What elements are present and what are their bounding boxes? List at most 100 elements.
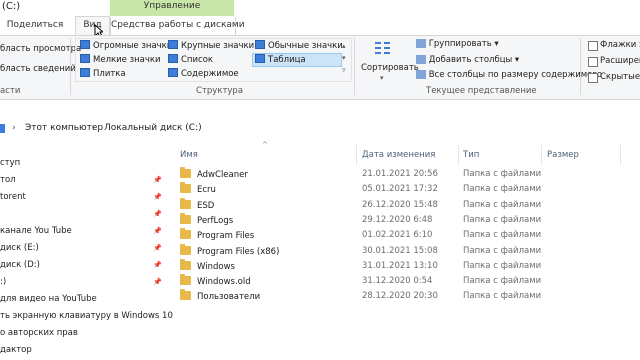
- group-by-button[interactable]: Группировать ▾: [416, 39, 499, 49]
- layout-small-icons[interactable]: Мелкие значки: [80, 54, 161, 66]
- file-name: Windows.old: [197, 277, 251, 288]
- folder-icon: [180, 197, 191, 209]
- file-name: Пользователи: [197, 292, 261, 303]
- date-modified-cell: 30.01.2021 15:08: [362, 245, 438, 256]
- chevron-right-icon: ›: [12, 123, 16, 133]
- column-header-size[interactable]: Размер: [547, 150, 579, 160]
- pin-icon[interactable]: 📌: [153, 244, 162, 252]
- nav-item[interactable]: о авторских прав: [0, 328, 78, 338]
- details-pane-button[interactable]: бласть сведений: [0, 64, 76, 74]
- fit-columns-label: Все столбцы по размеру содержимого: [428, 70, 603, 80]
- checkbox[interactable]: [588, 73, 598, 83]
- item-checkboxes-toggle[interactable]: Флажки эл: [588, 40, 640, 51]
- pin-icon[interactable]: 📌: [153, 210, 162, 218]
- pin-icon[interactable]: 📌: [153, 176, 162, 184]
- medium-icons-icon: [255, 40, 265, 49]
- file-name-cell[interactable]: Windows: [180, 258, 235, 272]
- file-name-cell[interactable]: ESD: [180, 197, 215, 211]
- checkbox-label: Флажки эл: [600, 40, 640, 50]
- folder-icon: [180, 228, 191, 240]
- layout-list[interactable]: Список: [168, 54, 213, 66]
- folder-icon: [180, 212, 191, 224]
- sort-label: Сортировать: [361, 63, 419, 73]
- checkbox-label: Расширени: [600, 56, 640, 66]
- checkbox[interactable]: [588, 41, 598, 51]
- sort-icon: [375, 42, 390, 54]
- layout-content[interactable]: Содержимое: [168, 68, 239, 80]
- layout-tiles[interactable]: Плитка: [80, 68, 126, 80]
- column-divider[interactable]: [541, 145, 542, 165]
- sort-button[interactable]: Сортировать: [361, 63, 419, 73]
- column-header-type[interactable]: Тип: [463, 150, 479, 160]
- tab-share[interactable]: Поделиться: [0, 17, 70, 35]
- layout-details[interactable]: Таблица: [252, 53, 342, 67]
- tab-view[interactable]: Вид: [75, 16, 110, 35]
- title-bar: [0, 0, 640, 16]
- type-cell: Папка с файлами: [463, 260, 542, 271]
- fit-columns-button[interactable]: Все столбцы по размеру содержимого: [416, 70, 602, 80]
- folder-icon: [180, 182, 191, 194]
- gallery-scroll[interactable]: ▴ ▾ ▿: [342, 40, 346, 76]
- layout-label: Содержимое: [181, 69, 239, 79]
- file-name-cell[interactable]: Program Files: [180, 228, 255, 242]
- checkbox[interactable]: [588, 57, 598, 67]
- column-divider[interactable]: [458, 145, 459, 165]
- file-name: Program Files: [197, 231, 255, 242]
- layout-medium-icons[interactable]: Обычные значки: [255, 40, 343, 52]
- extensions-toggle[interactable]: Расширени: [588, 56, 640, 67]
- nav-item[interactable]: ть экранную клавиатуру в Windows 10: [0, 311, 173, 321]
- file-name-cell[interactable]: Ecru: [180, 182, 216, 196]
- folder-icon: [180, 258, 191, 270]
- column-divider[interactable]: [356, 145, 357, 165]
- tab-disk-tools[interactable]: Средства работы с дисками: [110, 17, 245, 35]
- file-name-cell[interactable]: Program Files (x86): [180, 243, 280, 257]
- file-name-cell[interactable]: AdwCleaner: [180, 167, 248, 180]
- ribbon-separator: [580, 38, 581, 95]
- hidden-items-toggle[interactable]: Скрытые эл: [588, 72, 640, 83]
- nav-item[interactable]: ступ: [0, 158, 20, 168]
- layout-label: Таблица: [268, 55, 306, 65]
- chevron-down-icon: ▾: [380, 74, 384, 82]
- type-cell: Папка с файлами: [463, 291, 542, 302]
- type-cell: Папка с файлами: [463, 276, 542, 287]
- file-name: ESD: [197, 200, 215, 211]
- type-cell: Папка с файлами: [463, 184, 542, 195]
- folder-icon: [180, 289, 191, 301]
- chevron-right-icon: ›: [92, 123, 96, 133]
- pin-icon[interactable]: 📌: [153, 278, 162, 286]
- nav-item[interactable]: torent: [0, 192, 26, 202]
- column-header-name[interactable]: Имя: [180, 150, 198, 160]
- add-columns-button[interactable]: Добавить столбцы ▾: [416, 55, 519, 65]
- date-modified-cell: 21.01.2021 20:56: [362, 169, 438, 179]
- breadcrumb-local-disk[interactable]: Локальный диск (C:): [104, 123, 202, 133]
- column-header-date[interactable]: Дата изменения: [362, 150, 435, 160]
- layout-large-icons[interactable]: Крупные значки: [168, 40, 254, 52]
- address-bar[interactable]: › Этот компьютер › Локальный диск (C:) ›: [0, 121, 640, 139]
- nav-item[interactable]: диск (D:): [0, 260, 40, 270]
- layout-label: Плитка: [93, 69, 126, 79]
- nav-item[interactable]: дактор: [0, 345, 32, 355]
- pin-icon[interactable]: 📌: [153, 193, 162, 201]
- fit-columns-icon: [416, 70, 426, 79]
- file-name-cell[interactable]: Windows.old: [180, 274, 251, 288]
- nav-item[interactable]: тол: [0, 175, 16, 185]
- nav-item[interactable]: канале You Tube: [0, 226, 72, 236]
- column-divider[interactable]: [620, 145, 621, 165]
- pin-icon[interactable]: 📌: [153, 261, 162, 269]
- nav-item[interactable]: :): [0, 277, 6, 287]
- file-name: Program Files (x86): [197, 246, 280, 257]
- nav-item[interactable]: для видео на YouTube: [0, 294, 97, 304]
- ribbon-separator: [354, 38, 355, 95]
- date-modified-cell: 05.01.2021 17:32: [362, 184, 438, 195]
- group-by-label: Группировать: [428, 39, 492, 49]
- file-name-cell[interactable]: PerfLogs: [180, 212, 233, 226]
- date-modified-cell: 01.02.2021 6:10: [362, 230, 433, 241]
- file-name-cell[interactable]: Пользователи: [180, 289, 261, 303]
- pin-icon[interactable]: 📌: [153, 227, 162, 235]
- nav-item[interactable]: диск (E:): [0, 243, 39, 253]
- layout-extra-large-icons[interactable]: Огромные значки: [80, 40, 172, 52]
- manage-tab-label[interactable]: Управление: [110, 1, 234, 11]
- add-columns-label: Добавить столбцы: [428, 55, 513, 65]
- file-name: Ecru: [197, 185, 216, 196]
- group-by-icon: [416, 39, 426, 48]
